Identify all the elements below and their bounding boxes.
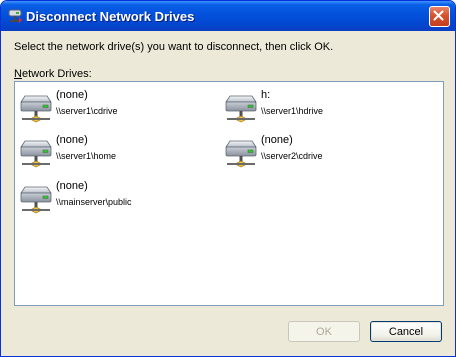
- network-drives-list[interactable]: (none) \\server1\cdrive h: \\server1\hdr…: [14, 81, 444, 306]
- label-mnemonic: N: [14, 68, 22, 80]
- drive-name: (none): [56, 89, 88, 101]
- drive-path: \\server1\hdrive: [261, 106, 324, 116]
- dialog-body: Select the network drive(s) you want to …: [4, 31, 452, 353]
- network-drive-icon: [20, 95, 52, 123]
- ok-button[interactable]: OK: [288, 321, 360, 342]
- network-drive-icon: [225, 140, 257, 168]
- drive-name: h:: [261, 89, 271, 101]
- drive-path: \\server1\cdrive: [56, 106, 118, 116]
- list-item[interactable]: (none) \\mainserver\public: [20, 180, 210, 218]
- drive-path: \\server2\cdrive: [261, 151, 323, 161]
- network-drive-icon: [20, 186, 52, 214]
- list-item[interactable]: (none) \\server1\cdrive: [20, 89, 210, 127]
- network-drive-icon: [20, 140, 52, 168]
- drive-name: (none): [261, 134, 293, 146]
- close-button[interactable]: [429, 6, 450, 27]
- drive-path: \\mainserver\public: [56, 197, 132, 207]
- network-drives-label: Network Drives:: [14, 68, 92, 80]
- instruction-text: Select the network drive(s) you want to …: [14, 41, 334, 53]
- label-text: etwork Drives:: [21, 68, 92, 80]
- drive-path: \\server1\home: [56, 151, 117, 161]
- cancel-button[interactable]: Cancel: [370, 321, 442, 342]
- title-bar[interactable]: Disconnect Network Drives: [1, 1, 455, 31]
- drive-name: (none): [56, 180, 88, 192]
- close-icon: [433, 10, 444, 21]
- disconnect-network-drives-dialog: Disconnect Network Drives Select the net…: [0, 0, 456, 357]
- list-item[interactable]: (none) \\server2\cdrive: [225, 134, 415, 172]
- network-drive-icon: [225, 95, 257, 123]
- network-drive-icon: [8, 9, 22, 23]
- list-item[interactable]: h: \\server1\hdrive: [225, 89, 415, 127]
- window-title: Disconnect Network Drives: [26, 9, 195, 24]
- drive-name: (none): [56, 134, 88, 146]
- list-item[interactable]: (none) \\server1\home: [20, 134, 210, 172]
